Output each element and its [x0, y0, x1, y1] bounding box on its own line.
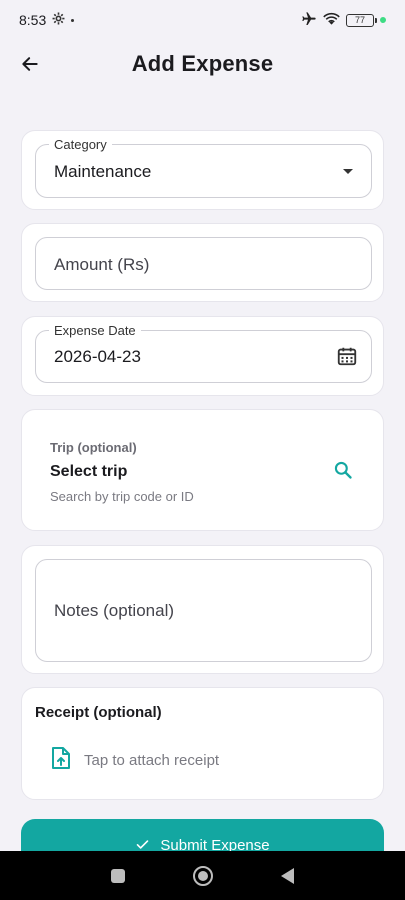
expense-date-label: Expense Date	[49, 323, 141, 338]
battery-level: 77	[354, 15, 365, 25]
system-back-icon[interactable]	[281, 867, 294, 884]
notes-card: Notes (optional)	[21, 545, 384, 674]
airplane-icon	[301, 11, 317, 30]
trip-helper: Search by trip code or ID	[50, 489, 194, 504]
back-button[interactable]	[16, 50, 44, 78]
category-card: Category Maintenance	[21, 130, 384, 210]
attach-receipt-label: Tap to attach receipt	[84, 752, 220, 769]
system-nav-bar	[0, 851, 405, 900]
expense-date-value: 2026-04-23	[54, 347, 141, 366]
page-title: Add Expense	[131, 51, 274, 76]
category-dropdown[interactable]: Category Maintenance	[35, 137, 372, 198]
recents-icon[interactable]	[111, 868, 125, 883]
arrow-left-icon	[22, 57, 38, 71]
trip-label: Trip (optional)	[50, 440, 137, 455]
status-left: 8:53	[19, 12, 75, 28]
home-icon[interactable]	[193, 865, 213, 886]
receipt-title: Receipt (optional)	[35, 704, 162, 721]
category-value: Maintenance	[54, 162, 152, 181]
calendar-icon[interactable]	[336, 345, 358, 372]
category-label: Category	[49, 137, 112, 152]
file-upload-icon	[50, 746, 72, 775]
caret-down-icon	[343, 169, 353, 174]
settings-icon	[52, 12, 65, 28]
notes-placeholder: Notes (optional)	[54, 601, 175, 620]
expense-date-field[interactable]: Expense Date 2026-04-23	[35, 323, 372, 383]
status-bar: 8:53 77	[0, 0, 405, 40]
receipt-card: Receipt (optional) Tap to attach receipt	[21, 687, 384, 800]
trip-value: Select trip	[50, 463, 128, 480]
battery-icon: 77	[346, 13, 377, 27]
status-right: 77	[301, 11, 386, 30]
notification-dot-icon	[71, 18, 75, 22]
status-time: 8:53	[19, 12, 47, 28]
search-icon[interactable]	[333, 460, 353, 485]
notes-input[interactable]: Notes (optional)	[35, 559, 372, 662]
amount-card: Amount (Rs)	[21, 223, 384, 302]
trip-selector[interactable]: Trip (optional) Select trip Search by tr…	[21, 409, 384, 531]
app-bar: Add Expense	[0, 40, 405, 88]
expense-date-card: Expense Date 2026-04-23	[21, 316, 384, 396]
amount-placeholder: Amount (Rs)	[54, 255, 150, 274]
wifi-icon	[323, 12, 340, 29]
attach-receipt-button[interactable]: Tap to attach receipt	[50, 746, 219, 775]
privacy-indicator-icon	[380, 17, 386, 23]
amount-input[interactable]: Amount (Rs)	[35, 237, 372, 290]
